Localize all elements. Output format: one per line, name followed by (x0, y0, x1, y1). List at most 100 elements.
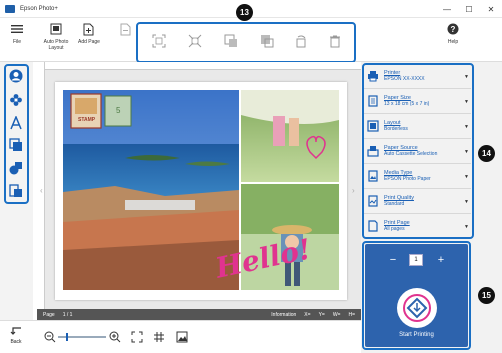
layout-value: Borderless (384, 126, 408, 132)
h-label: H= (348, 311, 355, 318)
collage-image[interactable] (55, 82, 347, 300)
setting-media-type[interactable]: Media Type EPSON Photo Paper ▼ (364, 166, 471, 189)
setting-print-page[interactable]: Print Page All pages ▼ (364, 216, 471, 239)
paper-size-icon (366, 94, 380, 108)
media-type-value: EPSON Photo Paper (384, 176, 431, 182)
maximize-button[interactable]: ☐ (458, 0, 480, 18)
chevron-down-icon: ▼ (464, 199, 469, 205)
printer-value: EPSON XX-XXXX (384, 76, 425, 82)
zoom-in-icon[interactable] (109, 331, 121, 345)
chevron-down-icon: ▼ (464, 74, 469, 80)
add-page-button[interactable]: Add Page (78, 22, 100, 45)
delete-icon[interactable] (328, 34, 342, 48)
stamp-label: STAMP (78, 117, 96, 123)
back-label: Back (10, 339, 22, 345)
setting-print-quality[interactable]: Print Quality Standard ▼ (364, 191, 471, 214)
hamburger-menu-icon (10, 22, 24, 36)
help-button[interactable]: ? Help (446, 22, 460, 45)
rotate-icon[interactable] (294, 34, 308, 48)
start-printing-button[interactable] (397, 288, 437, 328)
setting-layout[interactable]: Layout Borderless ▼ (364, 116, 471, 139)
x-label: X= (304, 311, 311, 318)
flower-icon (10, 94, 22, 106)
add-page-label: Add Page (78, 39, 100, 45)
chevron-down-icon: ▼ (464, 99, 469, 105)
auto-photo-layout-button[interactable]: Auto Photo Layout (40, 22, 72, 51)
chevron-down-icon: ▼ (464, 124, 469, 130)
prev-page-arrow-icon[interactable]: ‹ (40, 186, 43, 195)
zoom-slider[interactable] (58, 333, 106, 341)
window-title: Epson Photo+ (20, 5, 58, 12)
next-page-arrow-icon[interactable]: › (352, 186, 355, 195)
sidebar-item-shape[interactable] (8, 160, 24, 176)
layout-icon (366, 119, 380, 133)
photo-icon (9, 69, 23, 83)
setting-paper-source[interactable]: Paper Source Auto Cassette Selection ▼ (364, 141, 471, 164)
delete-page-icon (118, 22, 132, 36)
chevron-down-icon: ▼ (464, 174, 469, 180)
help-icon: ? (446, 22, 460, 36)
zoom-out-icon[interactable] (44, 331, 56, 345)
information-label: Information (271, 311, 297, 318)
print-quality-icon (366, 194, 380, 208)
print-page-value: All pages (384, 226, 405, 232)
status-bar: Page 1 / 1 Information X= Y= W= H= (37, 309, 361, 320)
paper-source-value: Auto Cassette Selection (384, 151, 438, 157)
svg-text:?: ? (451, 25, 456, 34)
page-label: Page (43, 311, 55, 318)
text-icon (10, 116, 22, 130)
crop-icon[interactable] (152, 34, 166, 48)
fit-icon[interactable] (188, 34, 202, 48)
background-icon (9, 184, 22, 197)
print-quality-value: Standard (384, 201, 405, 207)
callout-15: 15 (478, 287, 495, 304)
callout-13: 13 (236, 4, 253, 21)
image-view-icon[interactable] (176, 331, 188, 345)
app-logo-icon (5, 4, 15, 13)
sidebar-item-background[interactable] (8, 183, 24, 199)
bring-forward-icon[interactable] (224, 34, 238, 48)
window-controls: — ☐ ✕ (436, 0, 502, 18)
y-label: Y= (318, 311, 325, 318)
callout-14: 14 (478, 145, 495, 162)
auto-layout-icon (49, 22, 63, 36)
fit-to-window-icon[interactable] (131, 331, 143, 345)
auto-photo-layout-label: Auto Photo Layout (43, 39, 69, 51)
minimize-button[interactable]: — (436, 0, 458, 18)
zoom-slider-thumb[interactable] (66, 333, 68, 341)
print-area: − 1 + Start Printing (365, 244, 468, 347)
print-preview-page: STAMP 5 Hello! (55, 82, 347, 300)
paper-source-icon (366, 144, 380, 158)
setting-paper-size[interactable]: Paper Size 13 x 18 cm (5 x 7 in) ▼ (364, 91, 471, 114)
horizontal-ruler (37, 62, 361, 70)
send-backward-icon[interactable] (260, 34, 274, 48)
sidebar-item-photo[interactable] (8, 68, 24, 84)
page-value: 1 / 1 (62, 311, 73, 318)
file-label: File (12, 39, 22, 45)
quantity-input[interactable]: 1 (409, 254, 423, 266)
stamp2-label: 5 (116, 106, 121, 115)
setting-printer[interactable]: Printer EPSON XX-XXXX ▼ (364, 66, 471, 89)
quantity-decrease-button[interactable]: − (387, 254, 399, 266)
chevron-down-icon: ▼ (464, 224, 469, 230)
print-start-icon (403, 294, 431, 322)
print-page-icon (366, 219, 380, 233)
delete-page-button[interactable] (118, 22, 132, 39)
back-button[interactable]: Back (10, 326, 22, 345)
grid-icon[interactable] (153, 331, 165, 345)
sidebar-item-frame[interactable] (8, 137, 24, 153)
help-label: Help (447, 39, 459, 45)
file-button[interactable]: File (10, 22, 24, 45)
add-page-icon (82, 22, 96, 36)
image-edit-tools (140, 26, 352, 58)
start-printing-label: Start Printing (399, 332, 434, 338)
shape-icon (9, 162, 22, 175)
quantity-increase-button[interactable]: + (435, 254, 447, 266)
back-arrow-icon (10, 327, 21, 335)
paper-size-value: 13 x 18 cm (5 x 7 in) (384, 101, 430, 107)
sidebar-item-stamp[interactable] (8, 92, 24, 108)
media-type-icon (366, 169, 380, 183)
chevron-down-icon: ▼ (464, 149, 469, 155)
close-button[interactable]: ✕ (480, 0, 502, 18)
sidebar-item-text[interactable] (8, 115, 24, 131)
